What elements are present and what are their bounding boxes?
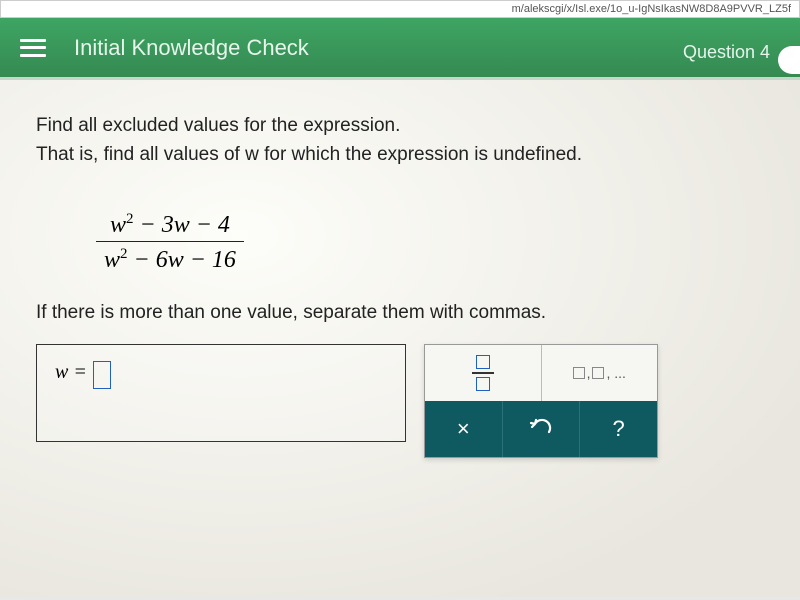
fraction-icon — [472, 355, 494, 391]
answer-row: w = ,, ... × — [36, 344, 764, 458]
help-icon: ? — [613, 416, 625, 442]
math-tool-palette: ,, ... × ? — [424, 344, 658, 458]
tool-help-button[interactable]: ? — [580, 401, 657, 457]
close-icon: × — [457, 416, 470, 442]
fraction-numerator: w2 − 3w − 4 — [96, 211, 244, 241]
fraction-display: w2 − 3w − 4 w2 − 6w − 16 — [96, 211, 244, 274]
list-icon: ,, ... — [573, 365, 626, 381]
undo-icon — [529, 416, 553, 442]
fraction-denominator: w2 − 6w − 16 — [96, 241, 244, 274]
answer-input-box[interactable]: w = — [36, 344, 406, 442]
app-header: Initial Knowledge Check Question 4 — [0, 18, 800, 80]
prompt-line-1: Find all excluded values for the express… — [36, 115, 400, 136]
problem-content: Find all excluded values for the express… — [0, 80, 800, 597]
header-progress-dot — [778, 46, 800, 74]
menu-hamburger-icon[interactable] — [20, 39, 46, 57]
tool-clear-button[interactable]: × — [425, 401, 503, 457]
page-title: Initial Knowledge Check — [74, 35, 309, 61]
tool-undo-button[interactable] — [503, 401, 581, 457]
tool-fraction-button[interactable] — [425, 345, 542, 401]
answer-prefix: w = — [55, 361, 87, 384]
browser-url-bar: m/alekscgi/x/Isl.exe/1o_u-IgNsIkasNW8D8A… — [0, 0, 800, 18]
prompt-line-2: That is, find all values of w for which … — [36, 144, 582, 165]
answer-input-field[interactable] — [93, 361, 111, 389]
tool-list-button[interactable]: ,, ... — [542, 345, 658, 401]
problem-prompt: Find all excluded values for the express… — [36, 112, 764, 169]
answer-instruction: If there is more than one value, separat… — [36, 302, 764, 324]
math-expression: w2 − 3w − 4 w2 − 6w − 16 — [96, 211, 244, 274]
question-number-label: Question 4 — [683, 42, 770, 63]
